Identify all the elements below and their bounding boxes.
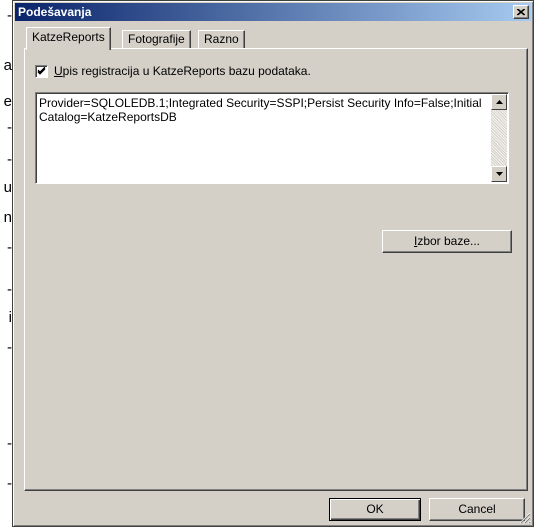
close-button[interactable] <box>513 5 529 19</box>
arrow-up-icon <box>495 100 503 104</box>
background-text-fragment: e <box>3 93 12 110</box>
close-icon <box>517 8 525 15</box>
checkmark-icon <box>37 66 46 75</box>
settings-dialog: Podešavanja KatzeReports Fotografije Raz… <box>12 0 534 527</box>
registration-checkbox-row[interactable]: Upis registracija u KatzeReports bazu po… <box>35 63 311 79</box>
dialog-title: Podešavanja <box>18 5 92 19</box>
tab-razno[interactable]: Razno <box>198 30 245 48</box>
registration-checkbox[interactable] <box>35 64 48 78</box>
ok-button[interactable]: OK <box>329 498 421 521</box>
title-bar[interactable]: Podešavanja <box>15 3 531 21</box>
button-label: zbor baze... <box>417 234 481 248</box>
background-text-fragment: u <box>3 179 12 196</box>
registration-checkbox-label[interactable]: Upis registracija u KatzeReports bazu po… <box>54 64 311 78</box>
connection-string-text[interactable]: Provider=SQLOLEDB.1;Integrated Security=… <box>39 96 488 124</box>
background-text-fragment: n <box>3 209 12 226</box>
accelerator-key: U <box>54 64 63 78</box>
label-text: pis registracija u KatzeReports bazu pod… <box>62 64 311 78</box>
tab-fotografije[interactable]: Fotografije <box>122 30 191 48</box>
background-document: -ae--un--i--- <box>0 0 12 529</box>
tab-panel-katzereports: Upis registracija u KatzeReports bazu po… <box>24 48 528 491</box>
tab-katzereports[interactable]: KatzeReports <box>26 27 111 50</box>
tab-label: Razno <box>204 32 239 46</box>
vertical-scrollbar[interactable] <box>491 94 507 182</box>
arrow-down-icon <box>495 172 503 176</box>
connection-string-textarea[interactable]: Provider=SQLOLEDB.1;Integrated Security=… <box>35 92 509 184</box>
tab-label: KatzeReports <box>32 30 105 44</box>
resize-grip-icon[interactable] <box>519 512 531 524</box>
select-database-button[interactable]: Izbor baze... <box>382 230 512 253</box>
scroll-up-button[interactable] <box>491 94 507 110</box>
tab-label: Fotografije <box>128 32 185 46</box>
scroll-down-button[interactable] <box>491 166 507 182</box>
background-text-fragment: a <box>3 57 12 74</box>
cancel-button[interactable]: Cancel <box>429 498 525 521</box>
